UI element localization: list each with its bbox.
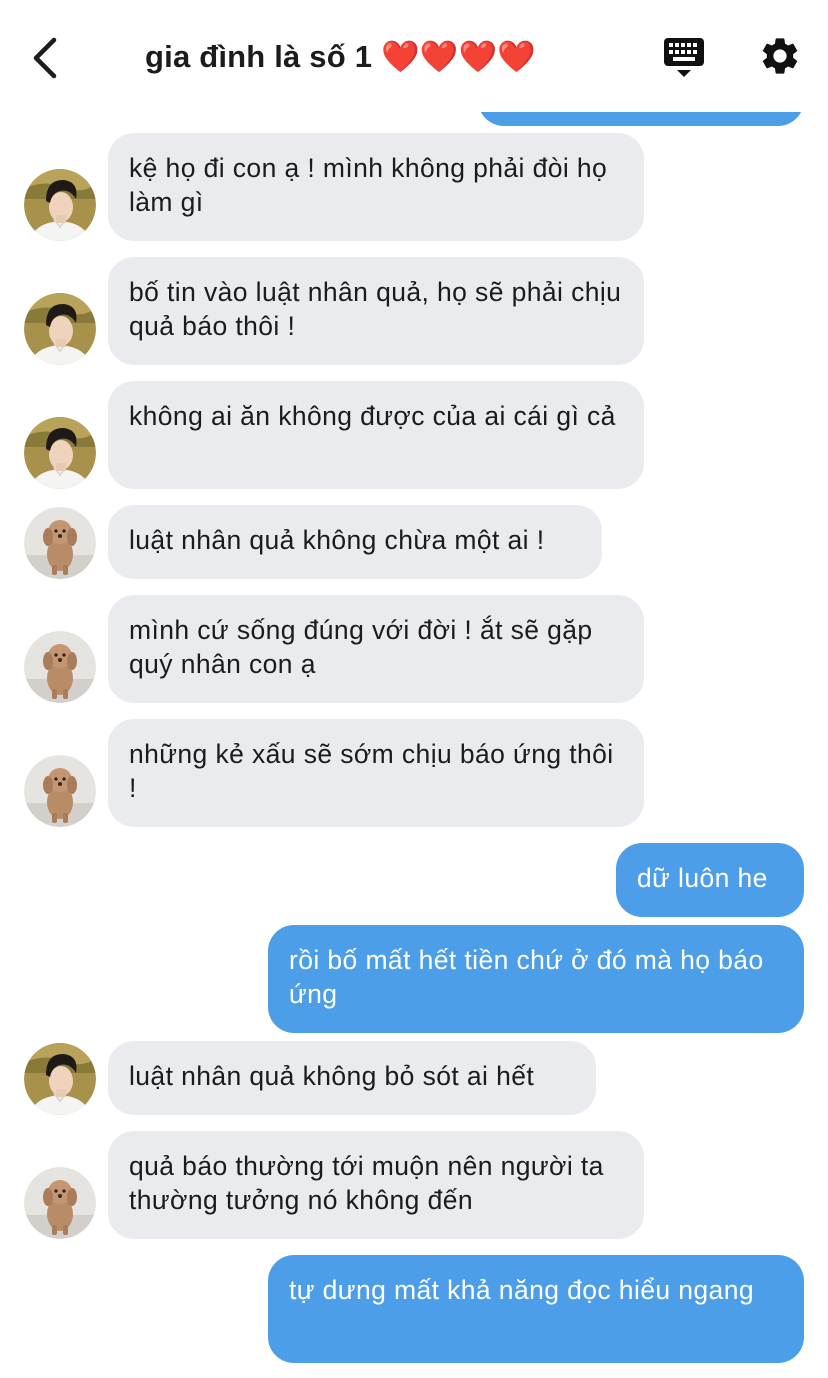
avatar-dog bbox=[24, 1167, 96, 1239]
avatar-dog bbox=[24, 507, 96, 579]
message-bubble: kệ họ đi con ạ ! mình không phải đòi họ … bbox=[108, 133, 644, 241]
message-bubble: bố tin vào luật nhân quả, họ sẽ phải chị… bbox=[108, 257, 644, 365]
message-bubble-outgoing: tự dưng mất khả năng đọc hiểu ngang bbox=[268, 1255, 804, 1363]
keyboard-icon bbox=[664, 38, 704, 77]
avatar-dog bbox=[24, 631, 96, 703]
avatar-son bbox=[24, 1043, 96, 1115]
message-bubble: quả báo thường tới muộn nên người ta thư… bbox=[108, 1131, 644, 1239]
settings-button[interactable] bbox=[758, 34, 802, 78]
gear-icon bbox=[762, 38, 798, 74]
avatar-son bbox=[24, 417, 96, 489]
message-bubble: luật nhân quả không chừa một ai ! bbox=[108, 505, 602, 579]
chat-title: gia đình là số 1 ❤️❤️❤️❤️ bbox=[145, 39, 537, 74]
chat-header: gia đình là số 1 ❤️❤️❤️❤️ bbox=[0, 0, 828, 112]
message-bubble-outgoing: rồi bố mất hết tiền chứ ở đó mà họ báo ứ… bbox=[268, 925, 804, 1033]
chevron-left-icon bbox=[33, 37, 57, 79]
message-bubble: không ai ăn không được của ai cái gì cả bbox=[108, 381, 644, 489]
avatar-dog bbox=[24, 755, 96, 827]
message-bubble-outgoing: dữ luôn he bbox=[616, 843, 804, 917]
keyboard-button[interactable] bbox=[662, 36, 706, 80]
message-bubble: mình cứ sống đúng với đời ! ắt sẽ gặp qu… bbox=[108, 595, 644, 703]
message-bubble: luật nhân quả không bỏ sót ai hết bbox=[108, 1041, 596, 1115]
avatar-son bbox=[24, 169, 96, 241]
avatar-son bbox=[24, 293, 96, 365]
message-bubble: những kẻ xấu sẽ sớm chịu báo ứng thôi ! bbox=[108, 719, 644, 827]
back-button[interactable] bbox=[28, 34, 68, 82]
